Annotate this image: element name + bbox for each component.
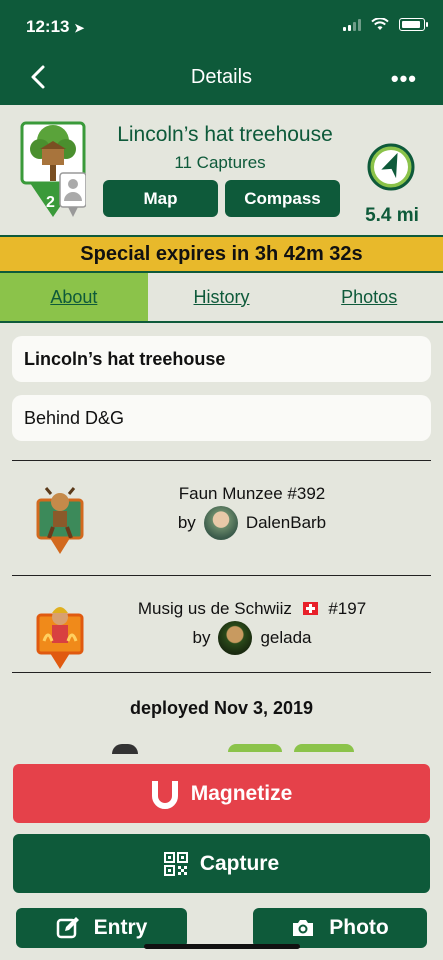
page-title: Details xyxy=(190,66,253,88)
by-label: by xyxy=(192,628,211,647)
host-username[interactable]: gelada xyxy=(260,628,311,648)
capture-button[interactable]: Capture xyxy=(13,834,430,893)
divider xyxy=(12,460,431,461)
tab-photos[interactable]: Photos xyxy=(295,273,443,321)
badge-number: 2 xyxy=(46,194,55,211)
top-bar: 12:13 ➤ Details ••• xyxy=(0,0,443,105)
navigate-icon[interactable] xyxy=(365,141,417,193)
status-icons xyxy=(343,18,428,31)
host-username[interactable]: DalenBarb xyxy=(246,513,326,533)
host-title: Musig us de Schwiiz xyxy=(137,599,292,618)
host-title-line: Musig us de Schwiiz #197 xyxy=(92,599,412,619)
munzee-header: 2 Lincoln’s hat treehouse 11 Captures Ma… xyxy=(0,105,443,235)
status-time: 12:13 ➤ xyxy=(26,17,84,37)
photo-button[interactable]: Photo xyxy=(253,908,427,948)
host-by-line: by gelada xyxy=(92,621,412,655)
entry-button[interactable]: Entry xyxy=(16,908,187,948)
munzee-name-field: Lincoln’s hat treehouse xyxy=(12,336,431,382)
capture-count[interactable]: 11 Captures xyxy=(100,153,340,173)
divider xyxy=(12,575,431,576)
edit-icon xyxy=(56,917,79,939)
home-indicator xyxy=(144,944,300,949)
signal-icon xyxy=(343,18,361,31)
location-arrow-icon: ➤ xyxy=(74,21,85,35)
swiss-flag-icon xyxy=(302,602,318,615)
avatar[interactable] xyxy=(203,506,238,540)
magnetize-button[interactable]: Magnetize xyxy=(13,764,430,823)
by-label: by xyxy=(177,513,196,532)
map-button[interactable]: Map xyxy=(103,180,218,217)
magnet-icon xyxy=(151,780,178,809)
tab-about[interactable]: About xyxy=(0,273,148,321)
tab-history[interactable]: History xyxy=(148,273,296,321)
wifi-icon xyxy=(371,18,389,30)
treehouse-munzee-icon: 2 xyxy=(20,121,86,217)
distance-label: 5.4 mi xyxy=(365,205,419,226)
divider xyxy=(12,672,431,673)
host-title: Faun Munzee #392 xyxy=(178,484,326,503)
photo-label: Photo xyxy=(329,916,389,939)
swiss-music-munzee-icon xyxy=(36,607,84,669)
avatar xyxy=(112,744,138,754)
host-by-line: by DalenBarb xyxy=(92,506,412,540)
compass-button[interactable]: Compass xyxy=(225,180,340,217)
qr-code-icon xyxy=(163,851,188,876)
status-time-text: 12:13 xyxy=(26,17,70,36)
munzee-description-field: Behind D&G xyxy=(12,395,431,441)
badge-pill xyxy=(228,744,282,752)
battery-icon xyxy=(399,18,428,31)
munzee-title: Lincoln’s hat treehouse xyxy=(117,123,333,146)
magnetize-label: Magnetize xyxy=(190,781,293,805)
special-expiry-banner: Special expires in 3h 42m 32s xyxy=(0,235,443,273)
host-row[interactable]: Musig us de Schwiiz #197 by gelada xyxy=(12,585,431,685)
faun-munzee-icon xyxy=(36,487,84,554)
avatar[interactable] xyxy=(218,621,253,655)
entry-label: Entry xyxy=(93,916,148,939)
deployed-date: deployed Nov 3, 2019 xyxy=(129,698,314,718)
host-row[interactable]: Faun Munzee #392 by DalenBarb xyxy=(12,470,431,570)
more-options-button[interactable]: ••• xyxy=(391,66,417,92)
badge-pill xyxy=(294,744,354,752)
camera-icon xyxy=(293,920,314,936)
host-number: #197 xyxy=(328,599,367,618)
capture-label: Capture xyxy=(199,851,280,875)
tab-bar: About History Photos xyxy=(0,273,443,323)
